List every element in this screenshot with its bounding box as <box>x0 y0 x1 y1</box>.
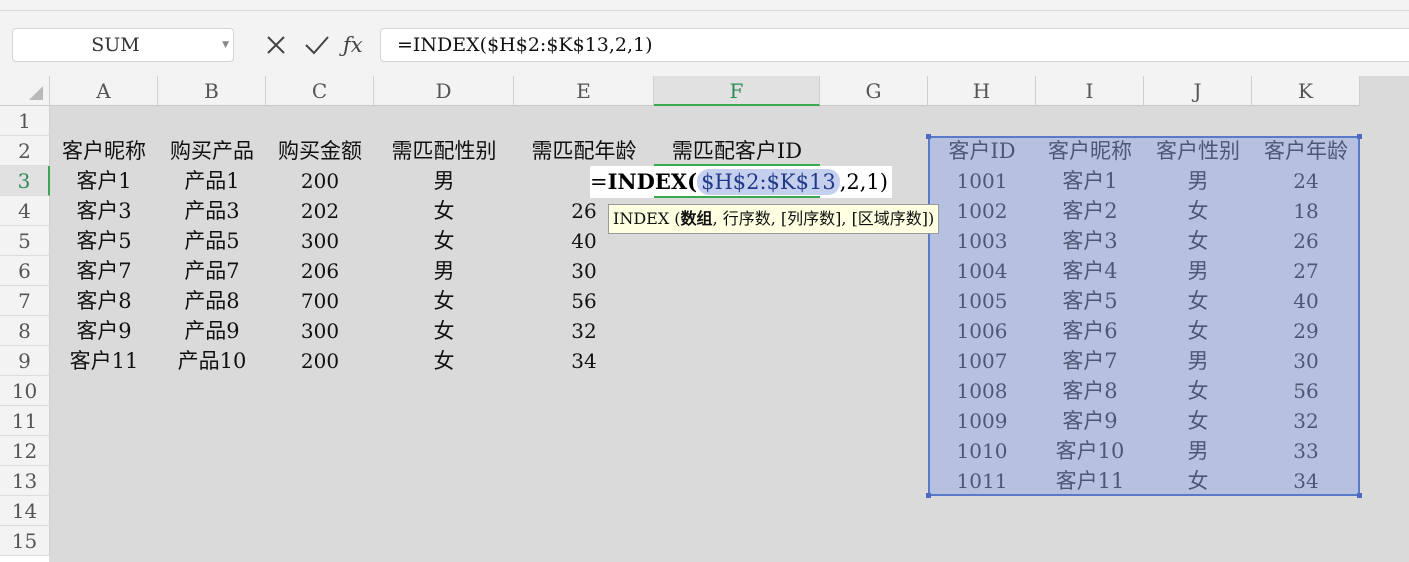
row-header-5[interactable]: 5 <box>0 226 50 256</box>
cell-d3[interactable]: 男 <box>374 166 514 196</box>
row-header-3[interactable]: 3 <box>0 166 50 196</box>
range-handle-bottom-left[interactable] <box>926 493 931 498</box>
cell-d5[interactable]: 女 <box>374 226 514 256</box>
confirm-check-icon[interactable] <box>303 30 331 60</box>
row-header-12[interactable]: 12 <box>0 436 50 466</box>
column-header-k[interactable]: K <box>1252 76 1360 106</box>
cell-e9[interactable]: 34 <box>514 346 654 376</box>
row-header-13[interactable]: 13 <box>0 466 50 496</box>
active-cell-underline <box>654 196 820 198</box>
formula-text: =INDEX($H$2:$K$13,2,1) <box>397 34 653 56</box>
cell-e6[interactable]: 30 <box>514 256 654 286</box>
cell-d9[interactable]: 女 <box>374 346 514 376</box>
gridline-row <box>0 525 1409 526</box>
cell-c6[interactable]: 206 <box>266 256 374 286</box>
select-all-corner[interactable] <box>0 76 50 106</box>
function-args-tooltip: INDEX (数组, 行序数, [列序数], [区域序数]) <box>608 204 940 234</box>
cell-c9[interactable]: 200 <box>266 346 374 376</box>
cell-b6[interactable]: 产品7 <box>158 256 266 286</box>
row-header-15[interactable]: 15 <box>0 526 50 556</box>
cell-b4[interactable]: 产品3 <box>158 196 266 226</box>
cell-a3[interactable]: 客户1 <box>50 166 158 196</box>
cell-c7[interactable]: 700 <box>266 286 374 316</box>
tooltip-function[interactable]: INDEX <box>613 209 669 228</box>
cell-c5[interactable]: 300 <box>266 226 374 256</box>
cell-d6[interactable]: 男 <box>374 256 514 286</box>
range-handle-bottom-right[interactable] <box>1357 493 1362 498</box>
column-header-c[interactable]: C <box>266 76 374 106</box>
cell-a8[interactable]: 客户9 <box>50 316 158 346</box>
cell-header-f2[interactable]: 需匹配客户ID <box>654 136 820 166</box>
formula-input[interactable]: =INDEX($H$2:$K$13,2,1) <box>380 28 1409 62</box>
column-header-i[interactable]: I <box>1036 76 1144 106</box>
cell-a6[interactable]: 客户7 <box>50 256 158 286</box>
cell-e7[interactable]: 56 <box>514 286 654 316</box>
cell-a7[interactable]: 客户8 <box>50 286 158 316</box>
row-header-9[interactable]: 9 <box>0 346 50 376</box>
column-header-a[interactable]: A <box>50 76 158 106</box>
name-box-value: SUM <box>91 34 140 56</box>
cancel-icon[interactable] <box>264 30 288 60</box>
column-header-e[interactable]: E <box>514 76 654 106</box>
cell-b8[interactable]: 产品9 <box>158 316 266 346</box>
cell-c3[interactable]: 200 <box>266 166 374 196</box>
cell-header-c2[interactable]: 购买金额 <box>266 136 374 166</box>
formula-arguments: ,2,1) <box>839 170 888 194</box>
row-header-7[interactable]: 7 <box>0 286 50 316</box>
tooltip-current-arg[interactable]: 数组 <box>681 209 713 228</box>
cell-a9[interactable]: 客户11 <box>50 346 158 376</box>
range-handle-top-right[interactable] <box>1357 134 1362 139</box>
gridline-row <box>0 555 1409 556</box>
cell-e8[interactable]: 32 <box>514 316 654 346</box>
column-header-j[interactable]: J <box>1144 76 1252 106</box>
cell-b3[interactable]: 产品1 <box>158 166 266 196</box>
tooltip-other-args: , 行序数, [列序数], [区域序数]) <box>712 209 935 228</box>
row-header-14[interactable]: 14 <box>0 496 50 526</box>
cell-header-d2[interactable]: 需匹配性别 <box>374 136 514 166</box>
cell-header-b2[interactable]: 购买产品 <box>158 136 266 166</box>
cell-d4[interactable]: 女 <box>374 196 514 226</box>
cell-header-e2[interactable]: 需匹配年龄 <box>514 136 654 166</box>
row-header-10[interactable]: 10 <box>0 376 50 406</box>
cell-b7[interactable]: 产品8 <box>158 286 266 316</box>
formula-function-name: INDEX( <box>607 169 698 194</box>
cell-c4[interactable]: 202 <box>266 196 374 226</box>
row-header-2[interactable]: 2 <box>0 136 50 166</box>
range-handle-top-left[interactable] <box>926 134 931 139</box>
formula-range-reference[interactable]: $H$2:$K$13 <box>697 169 840 195</box>
column-header-g[interactable]: G <box>820 76 928 106</box>
formula-bar: SUM ▼ ƒx =INDEX($H$2:$K$13,2,1) <box>0 11 1409 76</box>
cell-c8[interactable]: 300 <box>266 316 374 346</box>
cell-a5[interactable]: 客户5 <box>50 226 158 256</box>
column-header-f[interactable]: F <box>654 76 820 106</box>
window-top-strip <box>0 0 1409 11</box>
cell-header-a2[interactable]: 客户昵称 <box>50 136 158 166</box>
select-all-triangle-icon <box>29 86 43 100</box>
chevron-down-icon[interactable]: ▼ <box>222 29 229 61</box>
row-header-1[interactable]: 1 <box>0 106 50 136</box>
row-header-6[interactable]: 6 <box>0 256 50 286</box>
selected-range-h2-k13[interactable] <box>928 136 1360 496</box>
cell-b5[interactable]: 产品5 <box>158 226 266 256</box>
cell-d8[interactable]: 女 <box>374 316 514 346</box>
cell-b9[interactable]: 产品10 <box>158 346 266 376</box>
column-header-b[interactable]: B <box>158 76 266 106</box>
row-header-11[interactable]: 11 <box>0 406 50 436</box>
column-header-d[interactable]: D <box>374 76 514 106</box>
formula-equals: = <box>590 170 608 194</box>
insert-function-icon[interactable]: ƒx <box>343 30 363 60</box>
active-cell-editor[interactable]: =INDEX($H$2:$K$13,2,1) <box>590 166 892 198</box>
tooltip-open-paren: ( <box>669 209 681 228</box>
row-header-4[interactable]: 4 <box>0 196 50 226</box>
column-header-h[interactable]: H <box>928 76 1036 106</box>
name-box[interactable]: SUM ▼ <box>12 28 234 62</box>
cell-d7[interactable]: 女 <box>374 286 514 316</box>
cell-a4[interactable]: 客户3 <box>50 196 158 226</box>
row-header-8[interactable]: 8 <box>0 316 50 346</box>
